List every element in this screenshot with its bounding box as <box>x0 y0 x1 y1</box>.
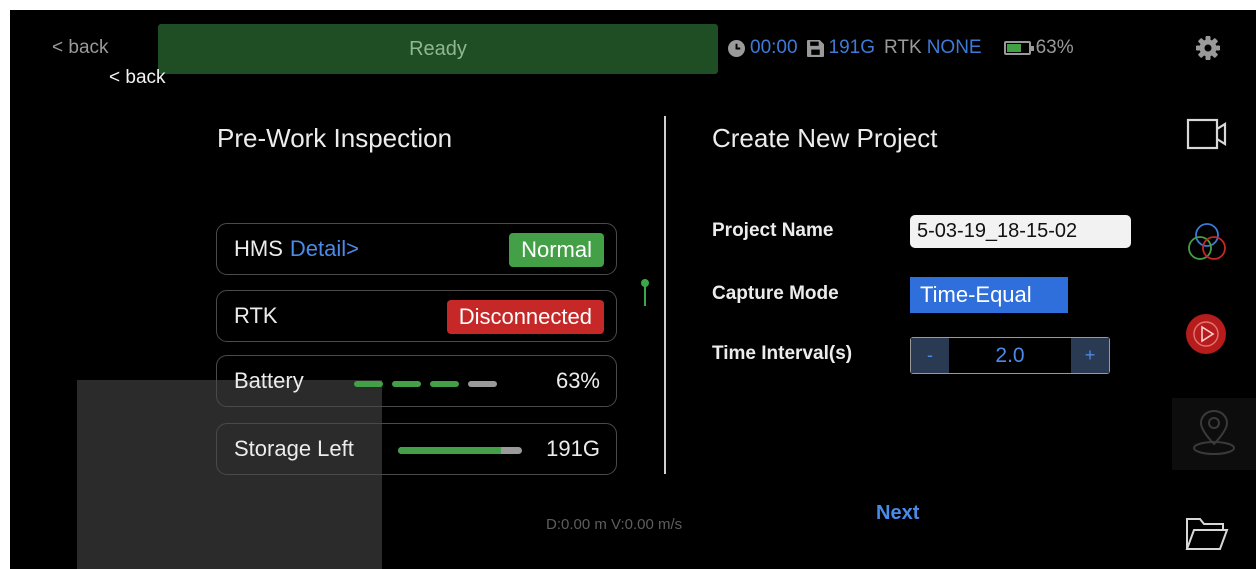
hms-row: HMS Detail> Normal <box>216 223 617 275</box>
rtk-label: RTK <box>234 303 278 328</box>
hms-label: HMS <box>234 236 283 261</box>
storage-label: Storage Left <box>234 436 354 461</box>
gear-icon[interactable] <box>1195 35 1221 61</box>
project-name-input[interactable] <box>910 215 1131 248</box>
project-name-label: Project Name <box>712 220 834 241</box>
battery-segment <box>430 381 459 387</box>
battery-label: Battery <box>234 368 304 393</box>
color-circles-icon[interactable] <box>1184 220 1230 266</box>
rtk-row: RTK Disconnected <box>216 290 617 342</box>
back-link[interactable]: < back <box>52 37 109 59</box>
battery-row: Battery 63% <box>216 355 617 407</box>
save-icon <box>806 39 824 57</box>
rtk-label: RTK <box>884 37 922 58</box>
panel-divider <box>664 116 666 474</box>
rtk-status-badge: Disconnected <box>446 300 604 334</box>
marker-icon <box>641 279 649 306</box>
rtk-status: NONE <box>926 37 982 58</box>
play-icon[interactable] <box>1185 313 1227 355</box>
next-button[interactable]: Next <box>876 502 919 525</box>
increment-button[interactable]: + <box>1071 338 1109 373</box>
inspection-title: Pre-Work Inspection <box>217 123 453 153</box>
battery-value: 63% <box>555 368 600 393</box>
storage-value: 191G <box>546 436 600 461</box>
status-text: Ready <box>409 37 467 60</box>
storage-bar <box>398 447 522 454</box>
app-screen: < back Ready < back 00:00 191G RTK NONE … <box>10 10 1256 569</box>
clock-icon <box>728 39 745 57</box>
location-pin-icon[interactable] <box>1172 398 1256 470</box>
video-camera-icon[interactable] <box>1186 117 1228 151</box>
decrement-button[interactable]: - <box>911 338 949 373</box>
hms-detail-link[interactable]: Detail> <box>290 236 359 262</box>
folder-icon[interactable] <box>1185 515 1229 553</box>
time-interval-label: Time Interval(s) <box>712 343 853 364</box>
create-project-title: Create New Project <box>712 123 938 153</box>
hms-status-badge: Normal <box>509 233 604 267</box>
capture-mode-label: Capture Mode <box>712 283 839 304</box>
back-button[interactable]: < back <box>109 67 166 89</box>
battery-segment <box>354 381 383 387</box>
status-bar: Ready <box>158 24 718 74</box>
time-interval-value[interactable]: 2.0 <box>949 338 1071 373</box>
telemetry-readout: D:0.00 m V:0.00 m/s <box>546 516 683 533</box>
battery-icon <box>1003 41 1034 55</box>
capture-mode-select[interactable]: Time-Equal <box>910 277 1068 313</box>
time-interval-stepper: - 2.0 + <box>910 337 1110 374</box>
status-indicators: 00:00 191G RTK NONE 63% <box>728 37 1074 59</box>
timer-text: 00:00 <box>750 37 798 58</box>
battery-segment <box>392 381 421 387</box>
storage-row: Storage Left 191G <box>216 423 617 475</box>
battery-segment <box>468 381 497 387</box>
storage-text: 191G <box>828 37 876 58</box>
battery-percent: 63% <box>1035 37 1074 58</box>
